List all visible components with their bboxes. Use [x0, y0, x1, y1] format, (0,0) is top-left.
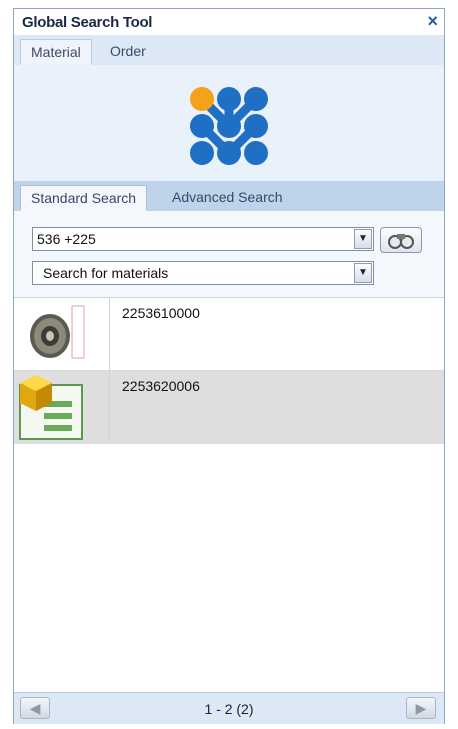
tab-standard-search[interactable]: Standard Search — [20, 185, 148, 211]
pagination-bar: ◀ 1 - 2 (2) ▶ — [14, 692, 444, 724]
search-button[interactable] — [380, 227, 422, 253]
logo-area — [14, 65, 444, 181]
result-id: 2253620006 — [122, 378, 200, 394]
chevron-down-icon[interactable]: ▼ — [354, 229, 372, 249]
search-query-value[interactable]: 536 +225 — [37, 231, 96, 247]
material-document-icon — [19, 375, 83, 440]
global-search-window: Global Search Tool × Material Order Stan… — [13, 8, 445, 724]
arrow-right-icon[interactable]: ▶ — [406, 697, 436, 719]
search-panel: 536 +225 ▼ Search for materials ▼ — [14, 211, 444, 297]
result-thumbnail — [14, 371, 110, 443]
tab-advanced-search[interactable]: Advanced Search — [162, 185, 293, 211]
object-type-tabs: Material Order — [14, 35, 444, 66]
result-id: 2253610000 — [122, 305, 200, 321]
chevron-down-icon[interactable]: ▼ — [354, 263, 372, 283]
window-title: Global Search Tool — [22, 14, 153, 31]
page-indicator: 1 - 2 (2) — [204, 701, 254, 717]
tab-material[interactable]: Material — [20, 39, 92, 65]
search-query-combo[interactable]: 536 +225 ▼ — [32, 227, 374, 251]
list-item[interactable]: 2253610000 — [14, 298, 444, 371]
close-icon[interactable]: × — [427, 11, 438, 32]
gear-icon — [30, 305, 85, 359]
tab-order[interactable]: Order — [100, 39, 156, 65]
title-bar: Global Search Tool × — [14, 9, 444, 35]
search-mode-tabs: Standard Search Advanced Search — [14, 181, 444, 211]
app-logo-icon — [190, 87, 268, 165]
search-scope-value: Search for materials — [43, 265, 169, 281]
search-scope-select[interactable]: Search for materials ▼ — [32, 261, 374, 285]
binoculars-icon — [388, 234, 414, 249]
result-thumbnail — [14, 298, 110, 370]
results-list: 2253610000 2253620006 — [14, 297, 444, 693]
list-item[interactable]: 2253620006 — [14, 371, 444, 444]
